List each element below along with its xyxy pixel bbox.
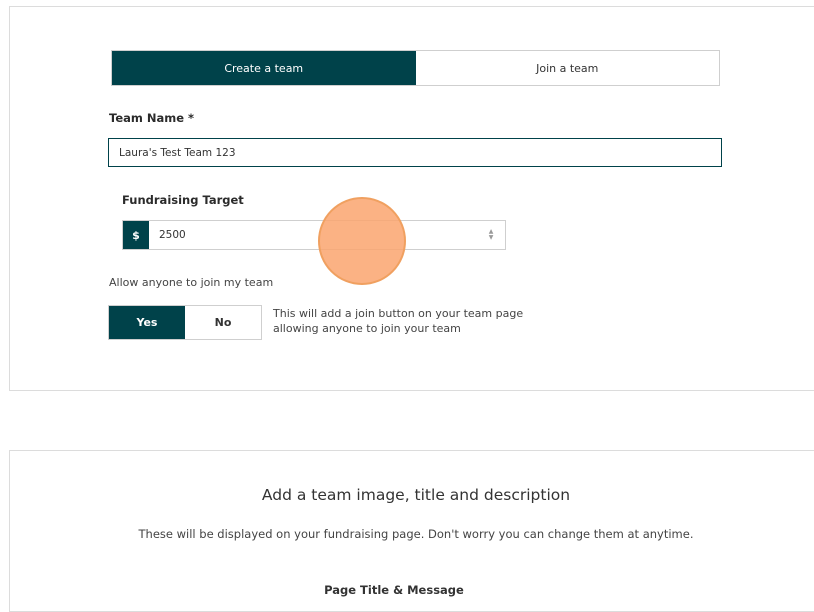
- team-mode-tabs: Create a team Join a team: [111, 50, 720, 86]
- fundraising-target-label: Fundraising Target: [122, 193, 244, 207]
- image-section-subtitle: These will be displayed on your fundrais…: [138, 527, 694, 541]
- tab-join-team[interactable]: Join a team: [415, 51, 719, 85]
- tab-create-team[interactable]: Create a team: [112, 51, 416, 85]
- number-spinner[interactable]: ▲ ▼: [477, 221, 505, 249]
- allow-join-yes-button[interactable]: Yes: [109, 306, 185, 339]
- page-title-message-heading: Page Title & Message: [324, 583, 464, 597]
- currency-symbol: $: [123, 221, 149, 249]
- spinner-down-icon[interactable]: ▼: [489, 235, 494, 241]
- allow-join-no-button[interactable]: No: [185, 306, 261, 339]
- fundraising-target-input[interactable]: [149, 221, 477, 249]
- allow-join-label: Allow anyone to join my team: [109, 276, 274, 289]
- image-section-title: Add a team image, title and description: [261, 486, 571, 504]
- team-name-input[interactable]: [108, 138, 722, 167]
- allow-join-toggle: Yes No: [108, 305, 262, 340]
- fundraising-target-field: $ ▲ ▼: [122, 220, 506, 250]
- team-name-label: Team Name *: [109, 111, 195, 125]
- allow-join-helper-text: This will add a join button on your team…: [273, 307, 524, 335]
